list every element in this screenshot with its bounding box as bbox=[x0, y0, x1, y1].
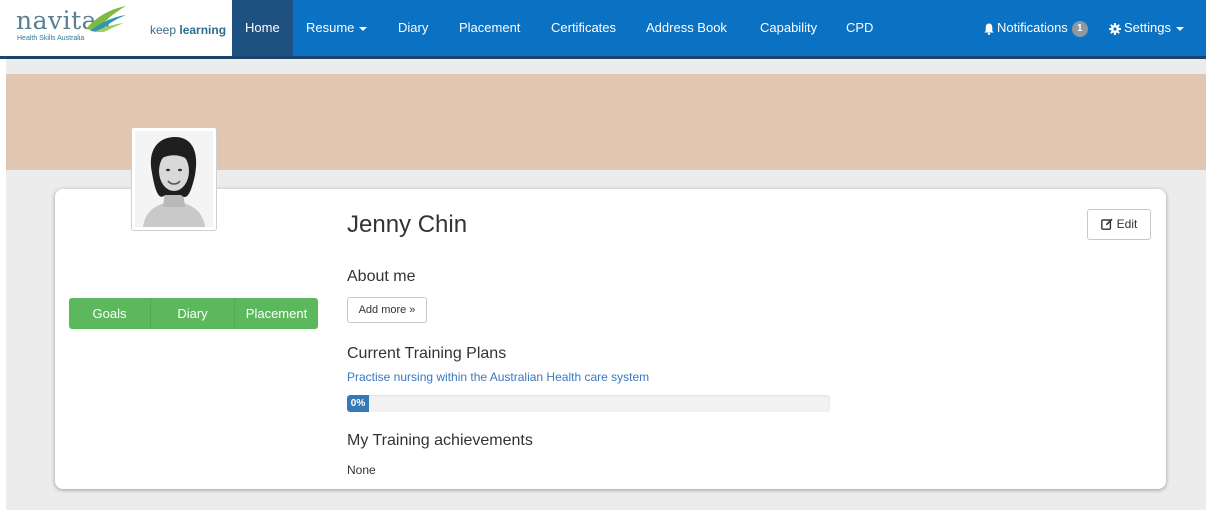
profile-photo-icon bbox=[135, 131, 213, 227]
training-plan-progress: 0% bbox=[347, 395, 830, 412]
gear-icon bbox=[1109, 22, 1121, 35]
add-more-button[interactable]: Add more » bbox=[347, 297, 427, 323]
nav-capability[interactable]: Capability bbox=[747, 0, 830, 56]
training-plans-heading: Current Training Plans bbox=[347, 345, 507, 362]
profile-avatar[interactable] bbox=[131, 127, 217, 231]
nav-home[interactable]: Home bbox=[232, 0, 293, 56]
edit-button[interactable]: Edit bbox=[1087, 209, 1151, 240]
training-achievements-heading: My Training achievements bbox=[347, 432, 533, 449]
nav-notifications[interactable]: Notifications 1 bbox=[971, 0, 1101, 56]
nav-certificates[interactable]: Certificates bbox=[538, 0, 629, 56]
brand[interactable]: navitas Health Skills Australia keep lea… bbox=[0, 0, 232, 56]
profile-card bbox=[55, 189, 1166, 489]
top-navbar: Home Resume Diary Placement Certificates… bbox=[232, 0, 1206, 56]
edit-icon bbox=[1100, 218, 1113, 230]
nav-placement[interactable]: Placement bbox=[446, 0, 533, 56]
progress-bar-fill: 0% bbox=[347, 395, 369, 412]
caret-down-icon bbox=[1175, 26, 1184, 31]
placement-button[interactable]: Placement bbox=[235, 298, 318, 329]
profile-quick-links: Goals Diary Placement bbox=[69, 298, 318, 329]
brand-subtitle: Health Skills Australia bbox=[17, 35, 85, 42]
brand-tagline: keep learning bbox=[150, 23, 227, 37]
goals-button[interactable]: Goals bbox=[69, 298, 151, 329]
navitas-swoosh-logo bbox=[86, 6, 126, 32]
nav-cpd[interactable]: CPD bbox=[833, 0, 886, 56]
nav-settings[interactable]: Settings bbox=[1096, 0, 1197, 56]
caret-down-icon bbox=[359, 26, 368, 31]
nav-resume[interactable]: Resume bbox=[293, 0, 380, 56]
nav-address-book[interactable]: Address Book bbox=[633, 0, 740, 56]
about-me-heading: About me bbox=[347, 268, 416, 285]
diary-button[interactable]: Diary bbox=[151, 298, 235, 329]
nav-diary[interactable]: Diary bbox=[385, 0, 441, 56]
training-plan-link[interactable]: Practise nursing within the Australian H… bbox=[347, 370, 649, 384]
achievements-value: None bbox=[347, 463, 376, 477]
profile-name: Jenny Chin bbox=[347, 211, 468, 238]
notification-count-badge: 1 bbox=[1071, 20, 1088, 37]
bell-icon bbox=[984, 23, 994, 35]
